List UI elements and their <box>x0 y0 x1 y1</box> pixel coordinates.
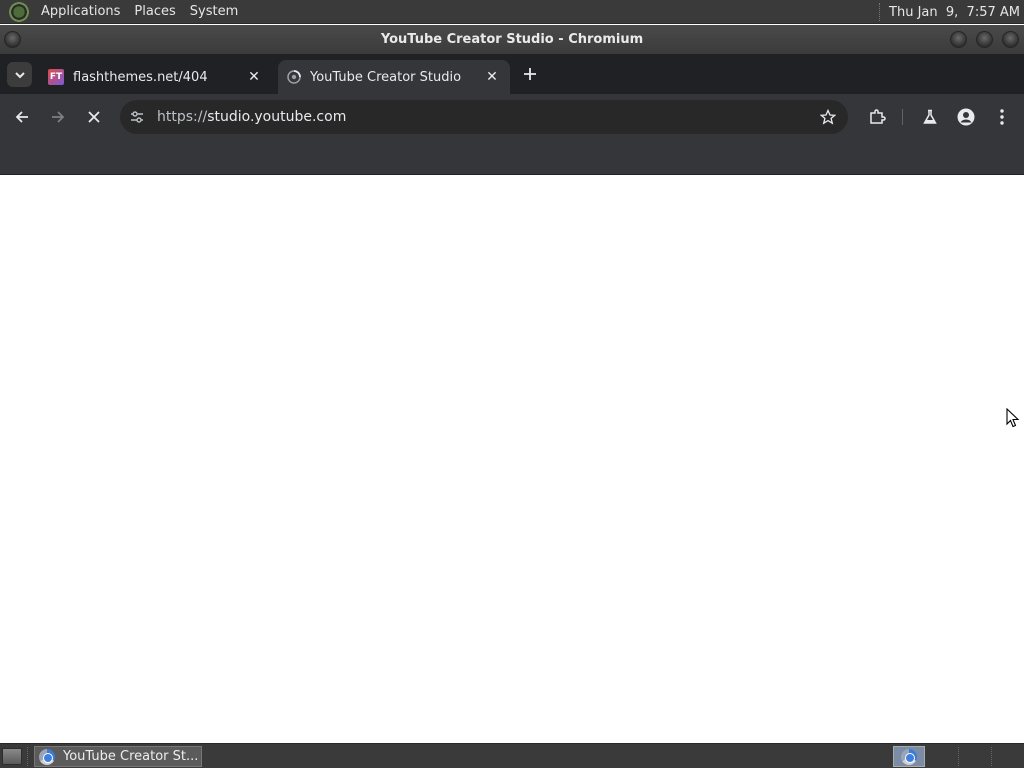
tab-flashthemes[interactable]: FT flashthemes.net/404 ✕ <box>38 60 272 94</box>
places-menu[interactable]: Places <box>127 4 182 19</box>
plus-icon <box>524 68 536 80</box>
close-icon[interactable]: ✕ <box>482 67 502 87</box>
minimize-button[interactable] <box>950 31 967 48</box>
url-scheme: https:// <box>157 109 208 125</box>
tab-youtube-studio[interactable]: YouTube Creator Studio ✕ <box>278 60 510 94</box>
tab-label: YouTube Creator Studio <box>310 69 462 85</box>
close-icon[interactable]: ✕ <box>244 67 264 87</box>
labs-button[interactable] <box>918 105 942 129</box>
top-panel: Applications Places System Thu Jan 9, 7:… <box>0 0 1024 24</box>
window-menu-button[interactable] <box>4 31 21 48</box>
loading-spinner-icon <box>287 70 301 84</box>
applications-menu[interactable]: Applications <box>34 4 127 19</box>
tab-search-button[interactable] <box>7 62 32 87</box>
close-icon <box>88 111 100 123</box>
avatar-icon <box>957 108 975 126</box>
kebab-menu-icon <box>1000 109 1004 125</box>
maximize-button[interactable] <box>976 31 993 48</box>
workspace-switcher[interactable] <box>893 746 925 767</box>
chromium-icon <box>39 748 55 765</box>
window-title: YouTube Creator Studio - Chromium <box>380 32 644 47</box>
browser-toolbar: https://studio.youtube.com <box>0 94 1024 140</box>
flashthemes-favicon-icon: FT <box>48 69 64 85</box>
arrow-left-icon <box>15 111 28 123</box>
panel-separator <box>27 747 28 766</box>
url-text[interactable]: https://studio.youtube.com <box>157 109 346 125</box>
distro-logo-icon[interactable] <box>9 1 29 22</box>
tab-label: flashthemes.net/404 <box>73 69 208 85</box>
tab-strip: FT flashthemes.net/404 ✕ YouTube Creator… <box>0 54 1024 94</box>
window-titlebar[interactable]: YouTube Creator Studio - Chromium <box>0 25 1024 54</box>
extensions-button[interactable] <box>865 105 889 129</box>
show-desktop-button[interactable] <box>2 748 22 765</box>
url-host: studio.youtube.com <box>207 109 347 125</box>
page-content[interactable] <box>0 175 1024 743</box>
taskbar-window-button[interactable]: YouTube Creator St... <box>34 746 202 767</box>
address-bar[interactable]: https://studio.youtube.com <box>120 100 848 134</box>
profile-button[interactable] <box>954 105 978 129</box>
forward-button[interactable] <box>46 105 70 129</box>
browser-menu-button[interactable] <box>990 105 1014 129</box>
site-info-tune-icon[interactable] <box>130 110 144 124</box>
puzzle-icon <box>870 109 886 124</box>
panel-separator <box>879 3 881 21</box>
clock[interactable]: Thu Jan 9, 7:57 AM <box>889 5 1020 20</box>
chromium-icon <box>901 748 917 765</box>
mouse-cursor-icon <box>1006 408 1020 428</box>
system-menu[interactable]: System <box>183 4 245 19</box>
chevron-down-icon <box>14 71 25 78</box>
close-window-button[interactable] <box>1002 31 1019 48</box>
toolbar-divider <box>902 109 903 125</box>
stop-loading-button[interactable] <box>82 105 106 129</box>
back-button[interactable] <box>10 105 34 129</box>
taskbar-window-label: YouTube Creator St... <box>63 749 199 764</box>
bookmarks-bar <box>0 140 1024 175</box>
flask-icon <box>923 109 937 124</box>
new-tab-button[interactable] <box>519 63 541 85</box>
arrow-right-icon <box>52 111 65 123</box>
workspace-separator <box>958 747 959 766</box>
bottom-panel: YouTube Creator St... <box>0 743 1024 768</box>
workspace-separator <box>991 747 992 766</box>
bookmark-star-icon[interactable] <box>820 109 836 125</box>
